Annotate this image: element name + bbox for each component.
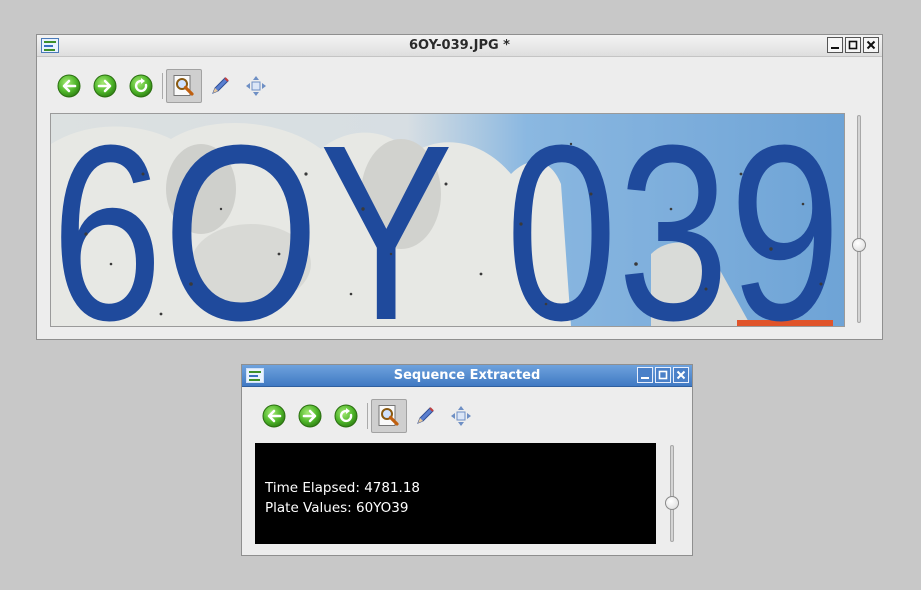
zoom-slider-knob[interactable] [852,238,866,252]
pencil-icon [417,407,434,424]
zoom-slider-track[interactable] [857,115,861,323]
maximize-button[interactable] [655,367,671,383]
maximize-icon [658,370,668,380]
back-arrow-icon [262,404,286,428]
image-window: 6OY-039.JPG * 6OY 039 [36,34,883,340]
maximize-button[interactable] [845,37,861,53]
minimize-button[interactable] [827,37,843,53]
minimize-button[interactable] [637,367,653,383]
draw-tool-button[interactable] [407,399,443,433]
window-title: Sequence Extracted [393,368,541,383]
result-output: Time Elapsed: 4781.18 Plate Values: 60YO… [255,443,656,544]
pan-tool-button[interactable] [238,69,274,103]
inspect-tool-button[interactable] [371,399,407,433]
close-icon [866,40,876,50]
refresh-button[interactable] [328,399,364,433]
close-button[interactable] [673,367,689,383]
plate-photo: 6OY 039 [51,114,844,326]
minimize-icon [641,377,649,379]
zoom-slider-track[interactable] [670,445,674,542]
time-elapsed-text: Time Elapsed: 4781.18 [265,480,421,496]
title-bar[interactable]: Sequence Extracted [242,365,692,387]
forward-button[interactable] [292,399,328,433]
forward-arrow-icon [298,404,322,428]
plate-values-text: Plate Values: 60YO39 [265,500,409,516]
refresh-button[interactable] [123,69,159,103]
refresh-icon [129,74,153,98]
toolbar [256,399,479,433]
window-title: 6OY-039.JPG * [409,38,510,53]
back-button[interactable] [51,69,87,103]
refresh-icon [334,404,358,428]
pan-tool-button[interactable] [443,399,479,433]
zoom-slider-knob[interactable] [665,496,679,510]
title-bar[interactable]: 6OY-039.JPG * [37,35,882,57]
move-icon [451,406,471,426]
plate-image[interactable]: 6OY 039 [50,113,845,327]
sequence-window: Sequence Extracted Time Elapsed: 4781.18… [241,364,693,556]
back-button[interactable] [256,399,292,433]
back-arrow-icon [57,74,81,98]
move-icon [246,76,266,96]
close-icon [676,370,686,380]
forward-arrow-icon [93,74,117,98]
minimize-icon [831,47,839,49]
toolbar-separator [367,403,368,429]
pencil-icon [212,77,229,94]
close-button[interactable] [863,37,879,53]
zoom-inspect-icon [173,75,194,96]
plate-characters: 6OY 039 [51,114,841,326]
toolbar [51,69,274,103]
maximize-icon [848,40,858,50]
zoom-inspect-icon [378,405,399,426]
forward-button[interactable] [87,69,123,103]
draw-tool-button[interactable] [202,69,238,103]
toolbar-separator [162,73,163,99]
inspect-tool-button[interactable] [166,69,202,103]
